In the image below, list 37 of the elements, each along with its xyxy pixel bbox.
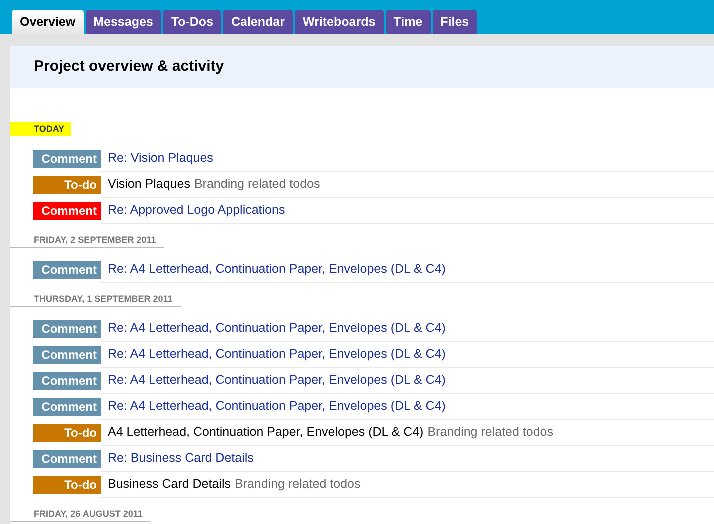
- tab[interactable]: Overview: [12, 10, 84, 34]
- comment-badge: Comment: [33, 346, 101, 364]
- comment-link[interactable]: Re: A4 Letterhead, Continuation Paper, Envelopes (DL & C4): [108, 260, 446, 279]
- todo-badge: To-do: [33, 176, 101, 194]
- tab[interactable]: Messages: [86, 10, 162, 34]
- comment-link[interactable]: Re: A4 Letterhead, Continuation Paper, Envelopes (DL & C4): [108, 371, 446, 390]
- tab[interactable]: Files: [432, 10, 478, 34]
- todo-title: Vision Plaques: [108, 176, 190, 194]
- todo-list-name: Branding related todos: [428, 424, 554, 442]
- tab[interactable]: Writeboards: [294, 10, 384, 34]
- comment-badge: Comment: [33, 372, 101, 390]
- comment-link[interactable]: Re: A4 Letterhead, Continuation Paper, Envelopes (DL & C4): [108, 345, 446, 364]
- todo-list-name: Branding related todos: [194, 176, 320, 194]
- tab[interactable]: To-Dos: [163, 10, 222, 34]
- comment-badge: Comment: [33, 450, 101, 468]
- tab[interactable]: Calendar: [223, 10, 293, 34]
- tab[interactable]: Time: [386, 10, 431, 34]
- comment-badge: Comment: [33, 150, 101, 168]
- date-heading: THURSDAY, 1 SEPTEMBER 2011: [10, 293, 181, 307]
- todo-list-name: Branding related todos: [234, 476, 361, 494]
- comment-link[interactable]: Re: A4 Letterhead, Continuation Paper, Envelopes (DL & C4): [108, 397, 446, 416]
- todo-badge: To-do: [33, 424, 101, 442]
- comment-badge: Comment: [33, 261, 101, 279]
- page-title: Project overview & activity: [34, 56, 224, 77]
- comment-link[interactable]: Re: Approved Logo Applications: [108, 201, 286, 220]
- comment-badge: Comment: [33, 398, 101, 416]
- comment-badge: Comment: [33, 320, 101, 338]
- comment-link[interactable]: Re: Vision Plaques: [108, 149, 214, 168]
- todo-title: Business Card Details: [108, 476, 231, 494]
- date-heading: FRIDAY, 26 AUGUST 2011: [10, 508, 151, 522]
- todo-badge: To-do: [33, 476, 101, 494]
- comment-link[interactable]: Re: Business Card Details: [108, 449, 254, 468]
- comment-link[interactable]: Re: A4 Letterhead, Continuation Paper, Envelopes (DL & C4): [108, 319, 446, 338]
- date-heading: TODAY: [10, 122, 71, 136]
- date-heading: FRIDAY, 2 SEPTEMBER 2011: [10, 234, 164, 248]
- todo-title: A4 Letterhead, Continuation Paper, Envelopes (DL & C4): [108, 424, 424, 442]
- comment-badge: Comment: [33, 202, 101, 220]
